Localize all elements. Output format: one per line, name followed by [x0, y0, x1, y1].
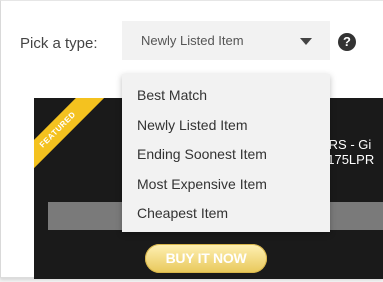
sort-type-dropdown-menu: Best Match Newly Listed Item Ending Soon… — [122, 74, 330, 232]
help-icon[interactable]: ? — [338, 33, 356, 51]
dropdown-option-most-expensive[interactable]: Most Expensive Item — [122, 170, 330, 200]
sort-type-select[interactable]: Newly Listed Item — [122, 21, 330, 60]
sort-panel: Pick a type: Newly Listed Item ? FEATURE… — [0, 0, 383, 279]
dropdown-option-ending-soonest[interactable]: Ending Soonest Item — [122, 140, 330, 170]
dropdown-option-newly-listed[interactable]: Newly Listed Item — [122, 111, 330, 141]
caret-down-icon — [300, 38, 312, 45]
dropdown-option-best-match[interactable]: Best Match — [122, 81, 330, 111]
buy-it-now-button[interactable]: BUY IT NOW — [145, 244, 267, 273]
pick-type-label: Pick a type: — [20, 35, 98, 52]
sort-type-selected-value: Newly Listed Item — [141, 33, 244, 48]
featured-ribbon: FEATURED — [34, 98, 104, 176]
dropdown-option-cheapest[interactable]: Cheapest Item — [122, 199, 330, 229]
